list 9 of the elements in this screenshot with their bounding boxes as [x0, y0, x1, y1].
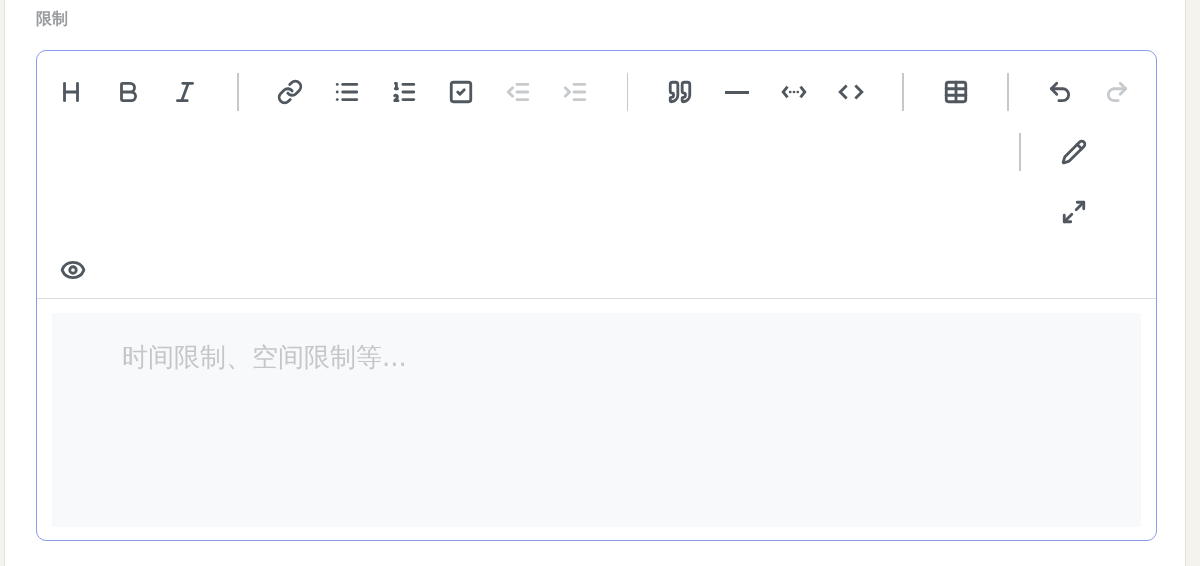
checkbox-icon [448, 79, 475, 105]
horizontal-rule-icon [723, 90, 750, 94]
fullscreen-icon [1061, 199, 1087, 225]
quote-icon [666, 79, 693, 105]
field-label: 限制 [36, 8, 69, 30]
pencil-icon [1061, 139, 1087, 165]
numbered-list-icon [391, 79, 418, 105]
table-icon [942, 79, 969, 105]
link-icon [277, 79, 304, 105]
